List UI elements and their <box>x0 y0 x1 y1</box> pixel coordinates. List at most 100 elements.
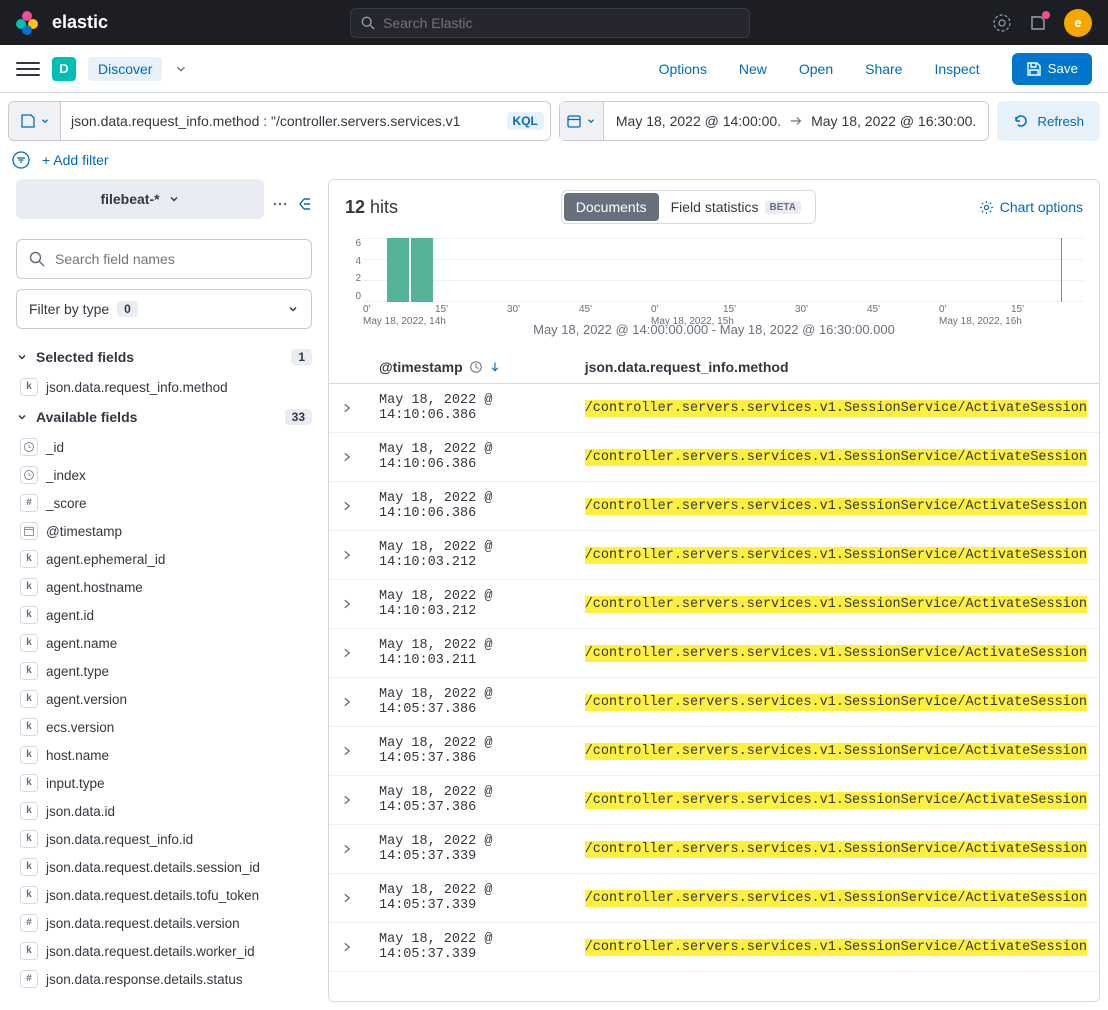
cell-timestamp: May 18, 2022 @ 14:05:37.386 <box>367 678 573 727</box>
field-item[interactable]: @timestamp <box>16 517 312 545</box>
sidebar-collapse-icon[interactable] <box>296 196 312 212</box>
table-row: May 18, 2022 @ 14:10:06.386/controller.s… <box>329 384 1099 433</box>
cell-method: /controller.servers.services.v1.SessionS… <box>573 384 1099 433</box>
field-search-input[interactable] <box>55 251 299 267</box>
results-panel: 12 hits Documents Field statistics BETA … <box>328 179 1100 1002</box>
nav-inspect[interactable]: Inspect <box>934 61 979 77</box>
filter-menu-icon[interactable] <box>12 151 30 169</box>
index-pattern-selector[interactable]: filebeat-* <box>16 179 264 219</box>
query-input[interactable]: json.data.request_info.method : "/contro… <box>8 101 551 141</box>
histogram-bar[interactable] <box>411 238 433 302</box>
field-item[interactable]: kagent.name <box>16 629 312 657</box>
field-item[interactable]: kagent.type <box>16 657 312 685</box>
field-item[interactable]: kjson.data.request.details.tofu_token <box>16 881 312 909</box>
field-name: agent.version <box>46 692 127 707</box>
field-name: json.data.request_info.id <box>46 832 193 847</box>
available-fields-header[interactable]: Available fields 33 <box>16 401 312 433</box>
expand-row-button[interactable] <box>329 825 367 874</box>
global-search-input[interactable] <box>383 15 739 31</box>
field-item[interactable]: kagent.hostname <box>16 573 312 601</box>
save-button[interactable]: Save <box>1012 53 1092 85</box>
chart-options-button[interactable]: Chart options <box>979 199 1083 215</box>
field-name: json.data.request.details.worker_id <box>46 944 255 959</box>
field-item[interactable]: khost.name <box>16 741 312 769</box>
col-method[interactable]: json.data.request_info.method <box>573 351 1099 384</box>
selected-fields-header[interactable]: Selected fields 1 <box>16 341 312 373</box>
field-item[interactable]: kagent.ephemeral_id <box>16 545 312 573</box>
cell-method: /controller.servers.services.v1.SessionS… <box>573 727 1099 776</box>
saved-query-button[interactable] <box>9 102 61 140</box>
field-item[interactable]: kjson.data.request.details.worker_id <box>16 937 312 965</box>
expand-row-button[interactable] <box>329 384 367 433</box>
field-item[interactable]: kecs.version <box>16 713 312 741</box>
index-pattern-label: filebeat-* <box>100 191 159 207</box>
field-type-icon <box>20 466 38 484</box>
field-item[interactable]: kagent.id <box>16 601 312 629</box>
field-name: _id <box>46 440 64 455</box>
expand-row-button[interactable] <box>329 923 367 972</box>
view-tabs: Documents Field statistics BETA <box>561 190 816 224</box>
field-item[interactable]: #json.data.response.details.status <box>16 965 312 993</box>
help-icon[interactable] <box>992 13 1012 33</box>
tab-documents[interactable]: Documents <box>564 193 659 221</box>
table-row: May 18, 2022 @ 14:10:06.386/controller.s… <box>329 482 1099 531</box>
field-type-icon: k <box>20 802 38 820</box>
breadcrumb-chevron-icon[interactable] <box>174 62 188 76</box>
add-filter-button[interactable]: + Add filter <box>42 152 109 168</box>
refresh-button[interactable]: Refresh <box>997 101 1100 141</box>
field-item[interactable]: #json.data.request.details.version <box>16 909 312 937</box>
nav-toggle-icon[interactable] <box>16 57 40 81</box>
tab-field-statistics[interactable]: Field statistics BETA <box>659 193 813 221</box>
global-search[interactable] <box>350 8 750 38</box>
field-sidebar: filebeat-* Filter by type 0 Selected fie… <box>0 179 328 1010</box>
expand-row-button[interactable] <box>329 531 367 580</box>
filter-by-type[interactable]: Filter by type 0 <box>16 289 312 329</box>
table-row: May 18, 2022 @ 14:10:03.211/controller.s… <box>329 629 1099 678</box>
nav-share[interactable]: Share <box>865 61 902 77</box>
field-item[interactable]: #_score <box>16 489 312 517</box>
field-search[interactable] <box>16 239 312 279</box>
expand-row-button[interactable] <box>329 776 367 825</box>
cell-timestamp: May 18, 2022 @ 14:05:37.339 <box>367 874 573 923</box>
newsfeed-icon[interactable] <box>1028 13 1048 33</box>
date-range[interactable]: May 18, 2022 @ 14:00:00. May 18, 2022 @ … <box>604 102 988 140</box>
query-text[interactable]: json.data.request_info.method : "/contro… <box>61 102 507 140</box>
histogram[interactable]: 6420 0'15'30'45'0'15'30'45'0'15' May 18,… <box>329 234 1099 351</box>
app-name-pill[interactable]: Discover <box>88 57 162 81</box>
field-item[interactable]: kinput.type <box>16 769 312 797</box>
col-timestamp[interactable]: @timestamp <box>379 359 463 375</box>
expand-row-button[interactable] <box>329 678 367 727</box>
table-row: May 18, 2022 @ 14:10:06.386/controller.s… <box>329 433 1099 482</box>
histogram-bar[interactable] <box>387 238 409 302</box>
expand-row-button[interactable] <box>329 727 367 776</box>
field-name: agent.id <box>46 608 94 623</box>
field-item[interactable]: kjson.data.request.details.session_id <box>16 853 312 881</box>
beta-badge: BETA <box>765 201 801 214</box>
nav-open[interactable]: Open <box>799 61 833 77</box>
nav-new[interactable]: New <box>739 61 767 77</box>
expand-row-button[interactable] <box>329 482 367 531</box>
field-item[interactable]: k json.data.request_info.id <box>16 825 312 853</box>
expand-row-button[interactable] <box>329 433 367 482</box>
cell-method: /controller.servers.services.v1.SessionS… <box>573 433 1099 482</box>
field-item[interactable]: kjson.data.id <box>16 797 312 825</box>
expand-row-button[interactable] <box>329 629 367 678</box>
sort-desc-icon[interactable] <box>489 361 501 373</box>
query-lang-badge[interactable]: KQL <box>507 112 544 130</box>
date-quick-button[interactable] <box>560 102 604 140</box>
field-item[interactable]: _index <box>16 461 312 489</box>
cell-method: /controller.servers.services.v1.SessionS… <box>573 776 1099 825</box>
field-item[interactable]: _id <box>16 433 312 461</box>
nav-options[interactable]: Options <box>659 61 707 77</box>
field-type-icon: k <box>20 718 38 736</box>
chevron-down-icon <box>16 351 28 363</box>
field-type-icon: k <box>20 830 38 848</box>
date-picker[interactable]: May 18, 2022 @ 14:00:00. May 18, 2022 @ … <box>559 101 989 141</box>
expand-row-button[interactable] <box>329 874 367 923</box>
tab-field-stats-label: Field statistics <box>671 199 759 215</box>
field-item[interactable]: kagent.version <box>16 685 312 713</box>
user-avatar[interactable]: e <box>1064 9 1092 37</box>
sidebar-settings-icon[interactable] <box>272 196 288 212</box>
expand-row-button[interactable] <box>329 580 367 629</box>
field-item[interactable]: kjson.data.request_info.method <box>16 373 312 401</box>
